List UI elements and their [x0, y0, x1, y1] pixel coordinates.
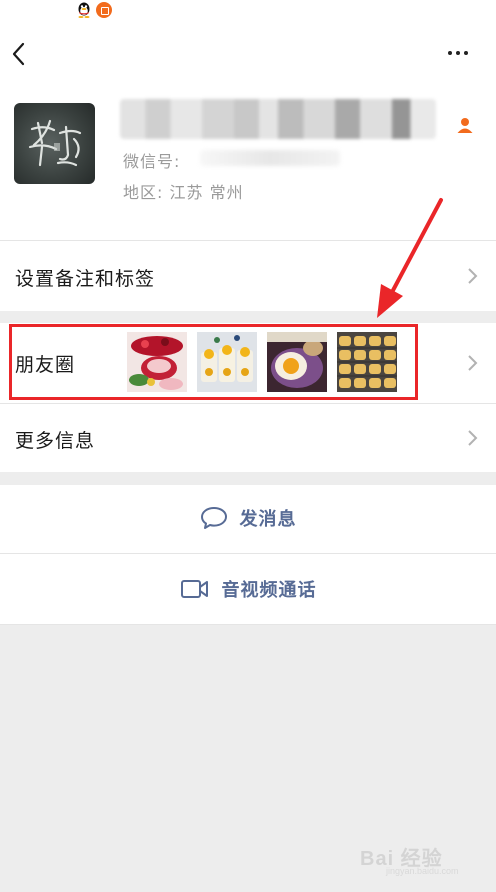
- more-info-label: 更多信息: [15, 430, 96, 452]
- nav-bar: [0, 22, 496, 86]
- video-call-button[interactable]: 音视频通话: [0, 554, 496, 625]
- more-options-icon[interactable]: [448, 46, 474, 60]
- chat-bubble-icon: [200, 507, 227, 529]
- send-message-label: 发消息: [239, 509, 297, 530]
- video-call-label: 音视频通话: [221, 580, 317, 601]
- chevron-right-icon: [468, 355, 478, 371]
- remark-tags-row[interactable]: 设置备注和标签: [0, 241, 496, 311]
- nickname-blurred: [120, 99, 436, 139]
- notification-icon: [96, 2, 112, 18]
- more-info-row[interactable]: 更多信息: [0, 404, 496, 472]
- remark-tags-label: 设置备注和标签: [15, 268, 156, 290]
- wechat-id-blurred: [200, 150, 340, 166]
- watermark-subtext: jingyan.baidu.com: [386, 866, 459, 876]
- status-bar: [0, 0, 496, 22]
- video-camera-icon: [180, 580, 208, 598]
- avatar-calligraphy-logo: [28, 119, 82, 167]
- back-arrow-icon[interactable]: [10, 38, 30, 70]
- chevron-right-icon: [468, 430, 478, 446]
- wechat-id-label: 微信号:: [123, 152, 181, 171]
- moments-highlight-box: [9, 324, 418, 400]
- send-message-button[interactable]: 发消息: [0, 485, 496, 553]
- person-icon: [457, 118, 473, 133]
- avatar[interactable]: [14, 103, 95, 184]
- qq-penguin-icon: [78, 2, 90, 18]
- region-label: 地区: 江苏 常州: [123, 183, 244, 202]
- baidu-jingyan-watermark: Bai 经验 jingyan.baidu.com: [360, 842, 470, 878]
- chevron-right-icon: [468, 268, 478, 284]
- profile-header: 微信号: 地区: 江苏 常州: [0, 86, 496, 241]
